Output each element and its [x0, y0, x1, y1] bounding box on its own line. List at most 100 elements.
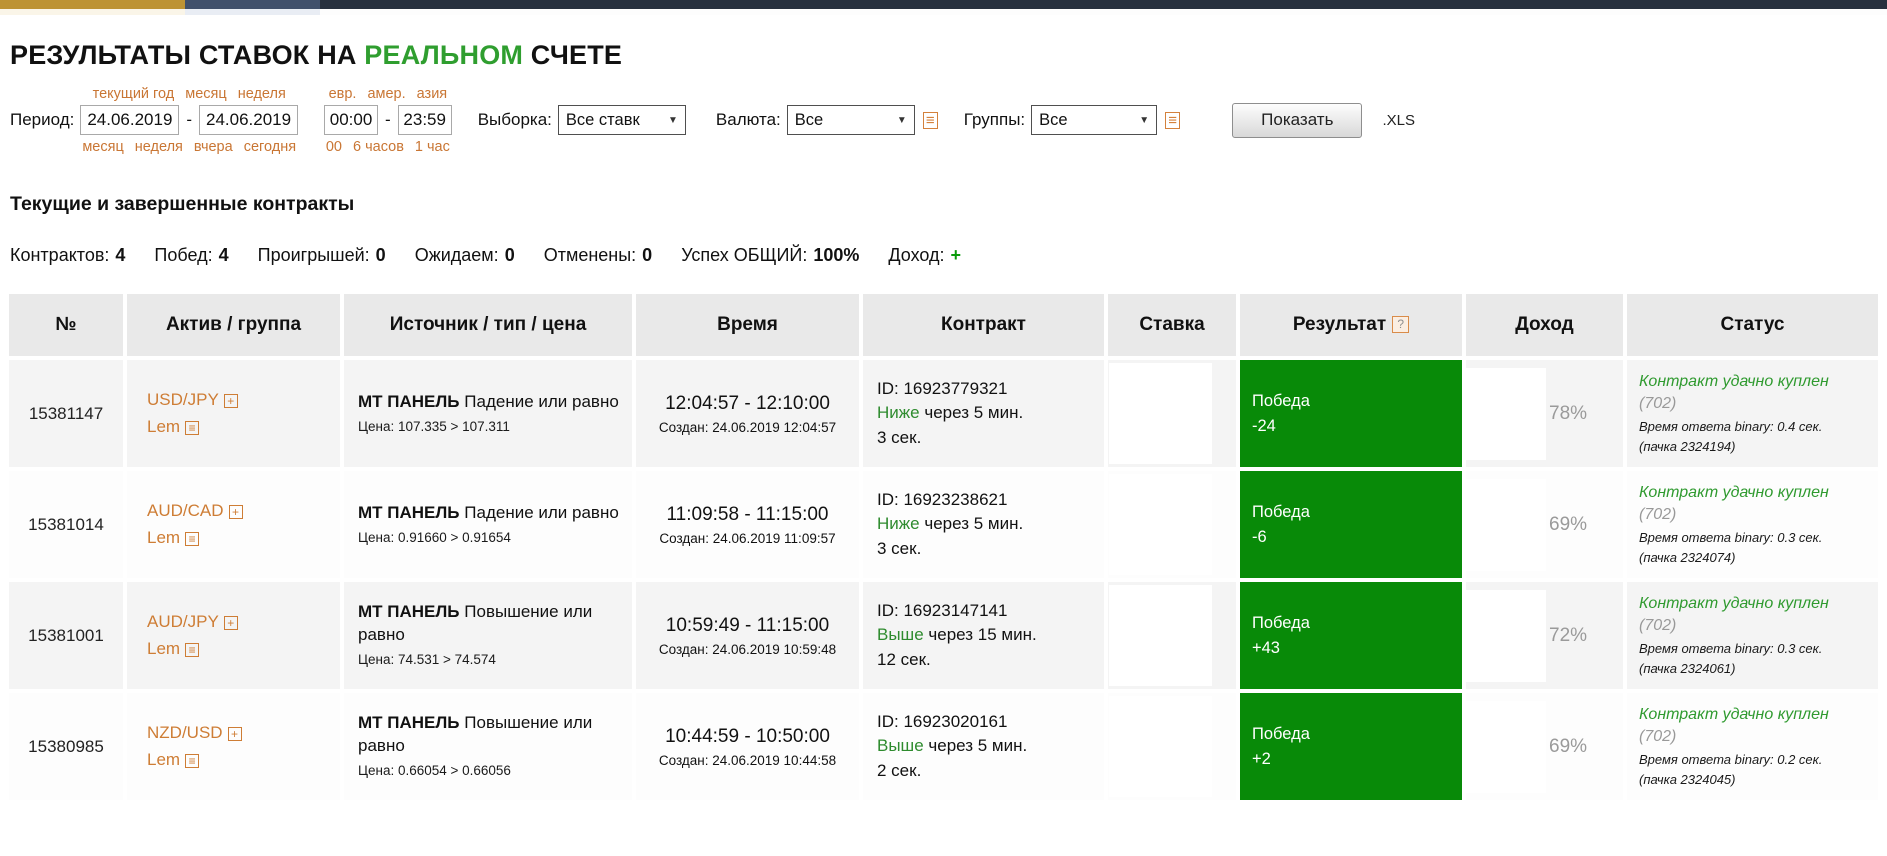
- time-to-input[interactable]: [397, 105, 452, 135]
- stat-wins: Побед: 4: [154, 245, 229, 265]
- chevron-down-icon: ▼: [1139, 114, 1150, 126]
- group-link[interactable]: Lem: [147, 639, 180, 658]
- quick-link-00[interactable]: 00: [326, 139, 342, 155]
- time-from-input[interactable]: [324, 105, 379, 135]
- time-range: 10:44:59 - 10:50:00: [665, 725, 830, 747]
- contract-cell: ID: 16923779321 Ниже через 5 мин. 3 сек.: [863, 360, 1104, 467]
- income-cover-box: [1466, 700, 1546, 793]
- source-name: МТ ПАНЕЛЬ: [358, 391, 460, 411]
- expand-plus-icon[interactable]: +: [223, 394, 238, 409]
- date-quick-links-bottom: месяц неделя вчера сегодня: [82, 139, 296, 155]
- asset-cell: AUD/CAD + Lem ≡: [127, 471, 340, 578]
- help-icon[interactable]: ?: [1392, 316, 1410, 333]
- currency-label: Валюта:: [715, 110, 781, 129]
- asset-link[interactable]: AUD/CAD: [147, 501, 224, 520]
- income-cover-box: [1466, 367, 1546, 460]
- expand-plus-icon[interactable]: +: [227, 727, 242, 742]
- group-list-icon[interactable]: ≡: [185, 642, 200, 657]
- group-link[interactable]: Lem: [147, 750, 180, 769]
- group-link[interactable]: Lem: [147, 528, 180, 547]
- table-row: 15381001 AUD/JPY + Lem ≡ МТ ПАНЕЛЬ Повышен…: [9, 582, 1878, 689]
- quick-link-month-top[interactable]: месяц: [185, 86, 226, 102]
- created-at: Создан: 24.06.2019 11:09:57: [659, 530, 836, 546]
- groups-select-value: Все: [1039, 110, 1068, 129]
- asset-cell: NZD/USD + Lem ≡: [127, 693, 340, 800]
- result-label: Победа: [1252, 613, 1310, 632]
- contract-cell: ID: 16923147141 Выше через 15 мин. 12 се…: [863, 582, 1104, 689]
- source-name: МТ ПАНЕЛЬ: [358, 602, 460, 622]
- show-button[interactable]: Показать: [1232, 102, 1363, 138]
- direction: Ниже: [877, 514, 920, 534]
- stat-cancelled: Отменены: 0: [543, 245, 653, 265]
- sample-select[interactable]: Все ставк ▼: [557, 105, 686, 135]
- quick-link-yesterday[interactable]: вчера: [194, 139, 233, 155]
- quick-link-week[interactable]: неделя: [135, 139, 183, 155]
- contract-cell: ID: 16923020161 Выше через 5 мин. 2 сек.: [863, 693, 1104, 800]
- stat-contracts: Контрактов: 4: [10, 245, 126, 265]
- created-at: Создан: 24.06.2019 10:59:48: [658, 641, 837, 657]
- contract-number: 15381014: [9, 471, 123, 578]
- income-cell: 69%: [1466, 471, 1623, 578]
- result-value: -6: [1252, 527, 1267, 546]
- quick-link-6hours[interactable]: 6 часов: [353, 139, 404, 155]
- asset-link[interactable]: USD/JPY: [147, 390, 219, 409]
- xls-export-link[interactable]: .XLS: [1382, 112, 1415, 129]
- col-header-contract: Контракт: [863, 294, 1104, 356]
- quick-link-eur-session[interactable]: евр.: [329, 86, 357, 102]
- quick-link-week-top[interactable]: неделя: [238, 86, 286, 102]
- result-label: Победа: [1252, 724, 1310, 743]
- date-to-input[interactable]: [199, 105, 299, 135]
- group-list-icon[interactable]: ≡: [185, 753, 200, 768]
- status-link[interactable]: Контракт удачно куплен: [1639, 482, 1878, 504]
- duration: через 5 мин.: [924, 403, 1024, 423]
- status-cell: Контракт удачно куплен (702) Время ответ…: [1627, 582, 1878, 689]
- price-range: Цена: 107.335 > 107.311: [358, 418, 510, 434]
- sample-select-value: Все ставк: [565, 110, 640, 129]
- group-list-icon[interactable]: ≡: [185, 531, 200, 546]
- quick-link-amer-session[interactable]: амер.: [367, 86, 405, 102]
- contract-type: Падение или равно: [464, 502, 619, 522]
- contract-id: ID: 16923147141: [877, 600, 1008, 620]
- quick-link-today[interactable]: сегодня: [244, 139, 296, 155]
- quick-link-1hour[interactable]: 1 час: [415, 139, 450, 155]
- status-link[interactable]: Контракт удачно куплен: [1639, 704, 1878, 726]
- status-link[interactable]: Контракт удачно куплен: [1639, 593, 1878, 615]
- title-pre: РЕЗУЛЬТАТЫ СТАВОК НА: [10, 40, 357, 70]
- asset-link[interactable]: AUD/JPY: [147, 612, 219, 631]
- expand-plus-icon[interactable]: +: [228, 505, 243, 520]
- groups-list-icon[interactable]: ≡: [1165, 111, 1181, 129]
- time-range: 11:09:58 - 11:15:00: [666, 503, 829, 525]
- expand-plus-icon[interactable]: +: [223, 616, 238, 631]
- status-code: (702): [1639, 394, 1677, 412]
- currency-list-icon[interactable]: ≡: [922, 111, 938, 129]
- table-row: 15380985 NZD/USD + Lem ≡ МТ ПАНЕЛЬ Повышен…: [9, 693, 1878, 800]
- stat-losses: Проигрышей: 0: [257, 245, 386, 265]
- status-link[interactable]: Контракт удачно куплен: [1639, 371, 1878, 393]
- income-cell: 72%: [1466, 582, 1623, 689]
- group-link[interactable]: Lem: [147, 417, 180, 436]
- col-header-income: Доход: [1466, 294, 1623, 356]
- quick-link-current-year[interactable]: текущий год: [93, 86, 175, 102]
- asset-link[interactable]: NZD/USD: [147, 723, 223, 742]
- group-list-icon[interactable]: ≡: [185, 420, 200, 435]
- groups-select[interactable]: Все ▼: [1031, 105, 1158, 135]
- price-range: Цена: 0.66054 > 0.66056: [358, 763, 511, 779]
- currency-select[interactable]: Все ▼: [786, 105, 915, 135]
- contract-number: 15380985: [9, 693, 123, 800]
- duration-seconds: 3 сек.: [877, 427, 922, 447]
- date-range-group: текущий год месяц неделя - месяц неделя …: [80, 85, 299, 155]
- date-from-input[interactable]: [80, 105, 180, 135]
- col-header-result: Результат?: [1240, 294, 1462, 356]
- time-range: 10:59:49 - 11:15:00: [665, 614, 830, 636]
- time-cell: 11:09:58 - 11:15:00 Создан: 24.06.2019 1…: [636, 471, 859, 578]
- quick-link-asia-session[interactable]: азия: [417, 86, 448, 102]
- quick-link-month[interactable]: месяц: [82, 139, 123, 155]
- stake-cover-box: [1109, 474, 1212, 575]
- results-table: № Актив / группа Источник / тип / цена В…: [5, 290, 1882, 804]
- stat-income: Доход: +: [888, 245, 962, 265]
- status-cell: Контракт удачно куплен (702) Время ответ…: [1627, 471, 1878, 578]
- col-header-status: Статус: [1627, 294, 1878, 356]
- status-code: (702): [1639, 505, 1677, 523]
- asset-cell: USD/JPY + Lem ≡: [127, 360, 340, 467]
- groups-label: Группы:: [963, 110, 1026, 129]
